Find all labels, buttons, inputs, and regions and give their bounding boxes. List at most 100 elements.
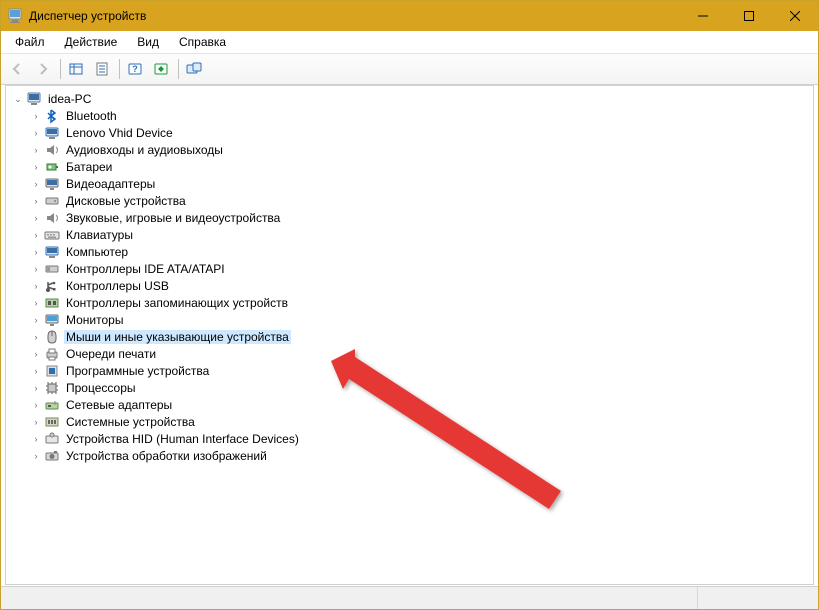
properties-button[interactable] (90, 57, 114, 81)
status-cell (1, 587, 698, 609)
disk-icon (44, 193, 60, 209)
expand-icon[interactable]: › (28, 142, 44, 158)
maximize-button[interactable] (726, 1, 772, 31)
expand-icon[interactable]: › (28, 125, 44, 141)
computer-icon (44, 244, 60, 260)
close-button[interactable] (772, 1, 818, 31)
tree-node-label: Программные устройства (64, 364, 211, 378)
expand-icon[interactable]: › (28, 363, 44, 379)
back-button[interactable] (5, 57, 29, 81)
tree-node-disk[interactable]: › Дисковые устройства (6, 192, 813, 209)
tree-node-label: Очереди печати (64, 347, 158, 361)
expand-icon[interactable]: › (28, 244, 44, 260)
tree-node-network[interactable]: ›Сетевые адаптеры (6, 396, 813, 413)
tree-node-label: Батареи (64, 160, 114, 174)
tree-node-label: Процессоры (64, 381, 138, 395)
tree-node-label: Системные устройства (64, 415, 197, 429)
tree-node-label: Контроллеры запоминающих устройств (64, 296, 290, 310)
tree-root[interactable]: ⌄ idea-PC (6, 90, 813, 107)
tree-node-system[interactable]: › Системные устройства (6, 413, 813, 430)
tree-node-label: Клавиатуры (64, 228, 135, 242)
tree-node-audio-io[interactable]: ›Аудиовходы и аудиовыходы (6, 141, 813, 158)
monitors-icon (44, 312, 60, 328)
tree-node-label: Видеоадаптеры (64, 177, 157, 191)
tree-node-label: Bluetooth (64, 109, 119, 123)
status-cell (698, 587, 818, 609)
toolbar-separator (60, 59, 61, 79)
forward-button[interactable] (31, 57, 55, 81)
usb-icon (44, 278, 60, 294)
show-devices-button[interactable] (182, 57, 206, 81)
tree-node-lenovo-vhid[interactable]: ›Lenovo Vhid Device (6, 124, 813, 141)
hid-icon (44, 431, 60, 447)
expand-icon[interactable]: › (28, 108, 44, 124)
expand-icon[interactable]: › (28, 346, 44, 362)
keyboards-icon (44, 227, 60, 243)
expand-icon[interactable]: › (28, 431, 44, 447)
expand-icon[interactable]: › (28, 193, 44, 209)
sound-game-icon (44, 210, 60, 226)
expand-icon[interactable]: › (28, 329, 44, 345)
tree-node-mice[interactable]: ›Мыши и иные указывающие устройства (6, 328, 813, 345)
tree-node-storage-ctl[interactable]: › Контроллеры запоминающих устройств (6, 294, 813, 311)
collapse-icon[interactable]: ⌄ (10, 91, 26, 107)
tree-node-print-queues[interactable]: › Очереди печати (6, 345, 813, 362)
system-icon (44, 414, 60, 430)
display-icon (44, 176, 60, 192)
app-icon (7, 8, 23, 24)
tree-node-processors[interactable]: › Процессоры (6, 379, 813, 396)
tree-node-monitors[interactable]: › Мониторы (6, 311, 813, 328)
toolbar-separator (119, 59, 120, 79)
expand-icon[interactable]: › (28, 448, 44, 464)
device-tree[interactable]: ⌄ idea-PC ›Bluetooth›Lenovo Vhid Device›… (5, 85, 814, 585)
expand-icon[interactable]: › (28, 414, 44, 430)
expand-icon[interactable]: › (28, 295, 44, 311)
menu-help[interactable]: Справка (169, 33, 236, 51)
tree-node-sound-game[interactable]: ›Звуковые, игровые и видеоустройства (6, 209, 813, 226)
print-queues-icon (44, 346, 60, 362)
expand-icon[interactable]: › (28, 176, 44, 192)
tree-node-label: Устройства обработки изображений (64, 449, 269, 463)
toolbar-separator (178, 59, 179, 79)
minimize-button[interactable] (680, 1, 726, 31)
ide-atapi-icon (44, 261, 60, 277)
help-button[interactable]: ? (123, 57, 147, 81)
expand-icon[interactable]: › (28, 278, 44, 294)
tree-node-hid[interactable]: › Устройства HID (Human Interface Devices… (6, 430, 813, 447)
tree-node-label: Устройства HID (Human Interface Devices) (64, 432, 301, 446)
window-frame: Диспетчер устройств Файл Действие Вид Сп… (0, 0, 819, 610)
scan-hardware-button[interactable] (149, 57, 173, 81)
imaging-icon (44, 448, 60, 464)
tree-node-label: Мониторы (64, 313, 125, 327)
tree-node-batteries[interactable]: › Батареи (6, 158, 813, 175)
menu-bar: Файл Действие Вид Справка (1, 31, 818, 54)
network-icon (44, 397, 60, 413)
lenovo-vhid-icon (44, 125, 60, 141)
tree-node-imaging[interactable]: › Устройства обработки изображений (6, 447, 813, 464)
tree-node-label: Дисковые устройства (64, 194, 188, 208)
show-hidden-button[interactable] (64, 57, 88, 81)
software-dev-icon (44, 363, 60, 379)
expand-icon[interactable]: › (28, 159, 44, 175)
expand-icon[interactable]: › (28, 380, 44, 396)
tree-node-computer[interactable]: ›Компьютер (6, 243, 813, 260)
tree-node-display[interactable]: › Видеоадаптеры (6, 175, 813, 192)
expand-icon[interactable]: › (28, 210, 44, 226)
storage-ctl-icon (44, 295, 60, 311)
tree-node-keyboards[interactable]: › Клавиатуры (6, 226, 813, 243)
status-bar (1, 586, 818, 609)
expand-icon[interactable]: › (28, 261, 44, 277)
menu-action[interactable]: Действие (55, 33, 128, 51)
tree-node-bluetooth[interactable]: › Bluetooth (6, 107, 813, 124)
audio-io-icon (44, 142, 60, 158)
tree-node-software-dev[interactable]: › Программные устройства (6, 362, 813, 379)
menu-file[interactable]: Файл (5, 33, 55, 51)
expand-icon[interactable]: › (28, 312, 44, 328)
expand-icon[interactable]: › (28, 397, 44, 413)
tree-node-ide-atapi[interactable]: ›Контроллеры IDE ATA/ATAPI (6, 260, 813, 277)
tree-node-usb[interactable]: ›Контроллеры USB (6, 277, 813, 294)
batteries-icon (44, 159, 60, 175)
mice-icon (44, 329, 60, 345)
expand-icon[interactable]: › (28, 227, 44, 243)
menu-view[interactable]: Вид (127, 33, 169, 51)
